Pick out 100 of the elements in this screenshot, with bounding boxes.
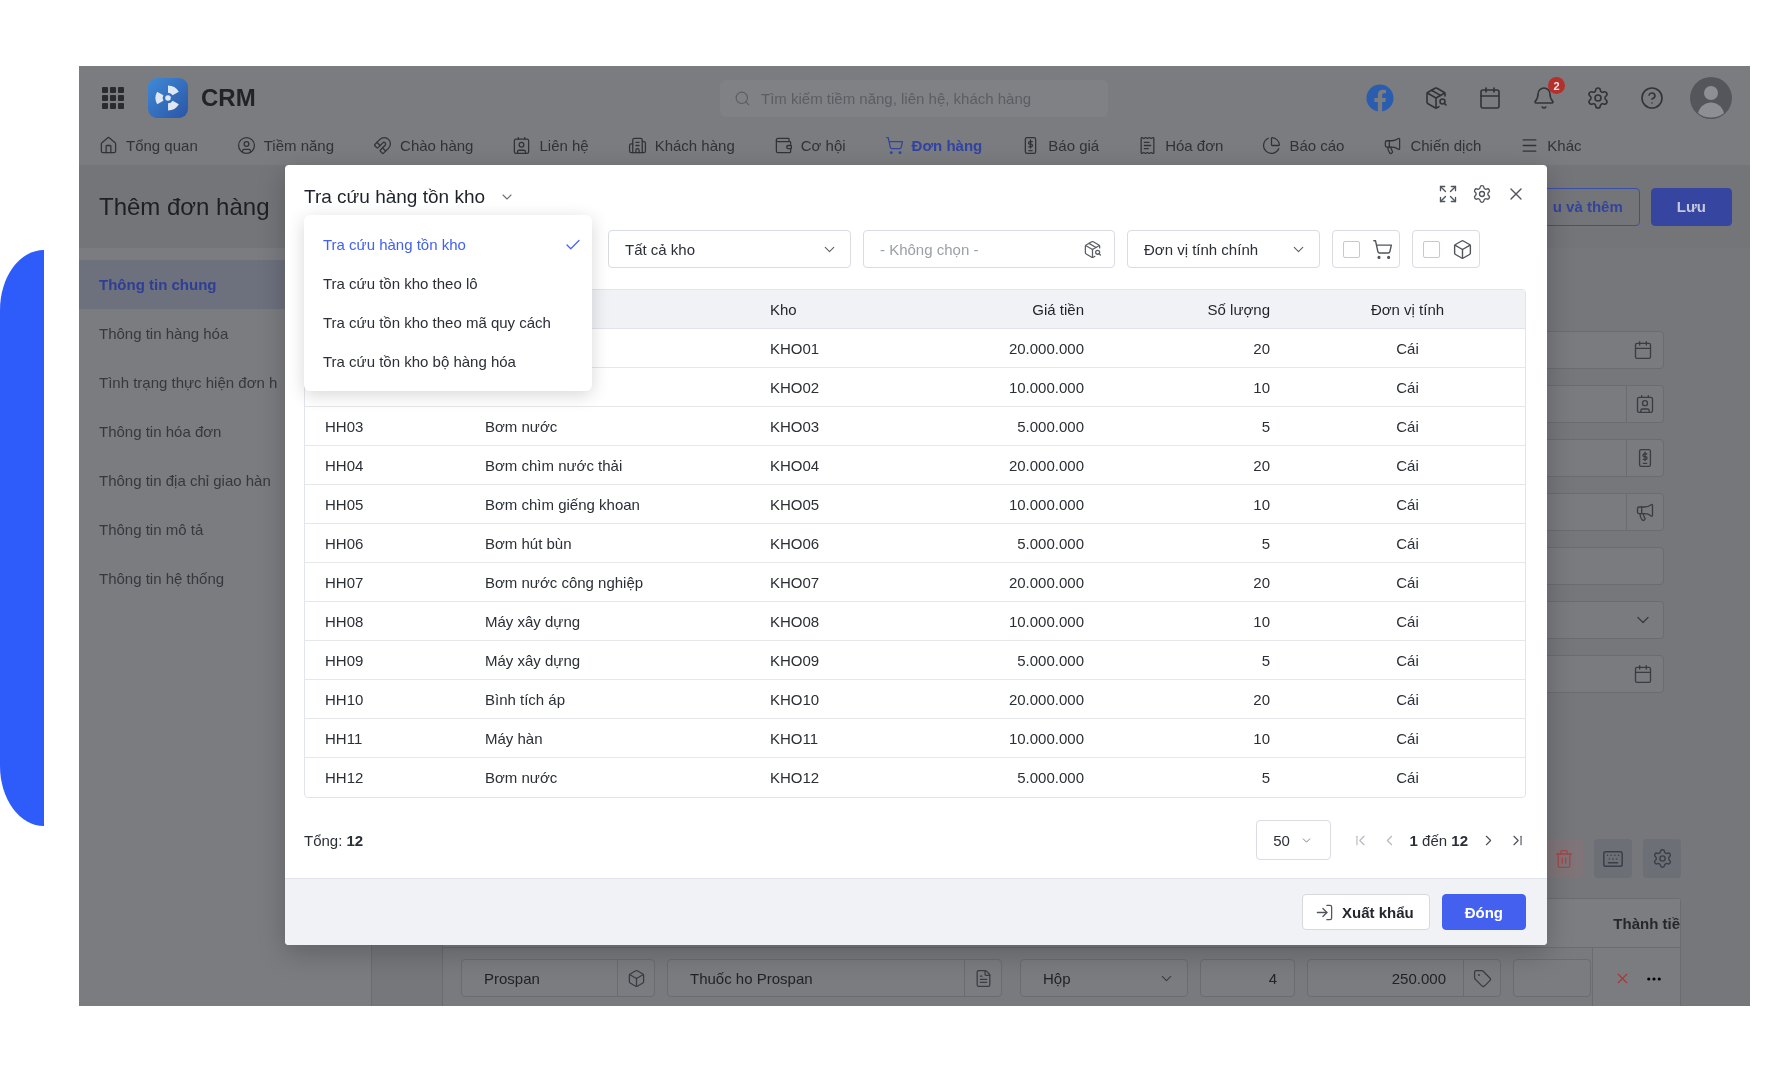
price-field[interactable]: 250.000 — [1307, 959, 1501, 997]
table-cell-text: Bơm chìm giếng khoan — [484, 494, 641, 515]
table-cell-text: HH04 — [324, 455, 365, 476]
page-range-text: 1 đến 12 — [1409, 831, 1468, 849]
text-field[interactable]: Thuốc ho Prospan — [667, 959, 1002, 997]
nav-tab[interactable]: Liên hệ — [512, 136, 589, 155]
table-cell-text: 20 — [1252, 338, 1271, 359]
table-cell-text: 10.000.000 — [1007, 494, 1085, 515]
settings-button[interactable] — [1643, 839, 1681, 878]
megaphone-icon — [1383, 136, 1403, 155]
select-field[interactable]: Hộp — [1020, 959, 1188, 997]
settings-icon — [1651, 848, 1673, 869]
nav-tab[interactable]: Hóa đơn — [1138, 136, 1224, 155]
table-cell-text: Cái — [1395, 611, 1420, 632]
notification-badge: 2 — [1548, 77, 1565, 94]
package-search-icon — [1083, 239, 1102, 259]
nav-tab[interactable]: Chào hàng — [373, 136, 474, 155]
calendar-icon[interactable] — [1478, 86, 1502, 110]
lookup-field[interactable]: Prospan — [461, 959, 655, 997]
table-cell-text: Cái — [1395, 377, 1420, 398]
table-cell-text: Bơm nước — [484, 416, 559, 437]
trash-icon — [1554, 848, 1574, 869]
table-cell-text: HH10 — [324, 689, 365, 710]
close-button[interactable]: Đóng — [1441, 894, 1526, 930]
nav-tab[interactable]: Báo giá — [1021, 136, 1100, 155]
nav-tab[interactable]: Khách hàng — [627, 136, 735, 155]
table-cell-text: Cái — [1395, 455, 1420, 476]
number-field[interactable]: 4 — [1200, 959, 1295, 997]
text-field[interactable] — [1513, 959, 1591, 997]
table-cell-text: Cái — [1395, 494, 1420, 515]
table-cell-text: Cái — [1395, 689, 1420, 710]
table-cell-text: 10 — [1252, 728, 1271, 749]
column-header: Số lượng — [1206, 299, 1271, 320]
expand-icon[interactable] — [1438, 184, 1458, 204]
cube-icon — [1452, 238, 1473, 260]
filter-toggle[interactable] — [1332, 230, 1400, 268]
package-search-icon[interactable] — [1424, 86, 1448, 110]
wallet-icon — [773, 136, 793, 155]
table-cell-text: Cái — [1395, 768, 1420, 788]
help-icon[interactable] — [1640, 86, 1664, 110]
table-cell-text: 10.000.000 — [1007, 611, 1085, 632]
contact-card-icon — [1635, 394, 1655, 414]
table-cell-text: Máy xây dựng — [484, 611, 582, 632]
table-cell-text: HH12 — [324, 768, 365, 788]
keyboard-button[interactable] — [1594, 839, 1632, 878]
delete-button[interactable] — [1545, 839, 1583, 878]
table-cell-text: 5.000.000 — [1016, 650, 1085, 671]
search-icon — [734, 89, 751, 107]
table-cell-text: Máy hàn — [484, 728, 544, 749]
filter-toggle[interactable] — [1412, 230, 1480, 268]
nav-tab[interactable]: Báo cáo — [1262, 136, 1345, 155]
nav-tab[interactable]: Cơ hội — [773, 136, 846, 155]
table-cell-text: KHO02 — [769, 377, 821, 398]
magnet-icon — [373, 136, 393, 155]
column-header: Thành tiề — [1613, 914, 1680, 932]
app-grid-icon[interactable] — [102, 87, 124, 109]
table-cell-text: KHO08 — [769, 611, 821, 632]
table-cell-text: Bơm chìm nước thải — [484, 455, 624, 476]
megaphone-icon — [1635, 502, 1655, 522]
table-cell-text: 20.000.000 — [1007, 572, 1085, 593]
table-cell-text: Máy xây dựng — [484, 650, 582, 671]
title-dropdown[interactable]: Tra cứu hàng tồn kho — [304, 185, 515, 209]
avatar-icon[interactable] — [1690, 77, 1732, 119]
table-cell-text: KHO11 — [769, 728, 820, 749]
logo-icon — [148, 78, 188, 118]
bell-icon[interactable] — [1532, 86, 1556, 110]
table-cell-text: KHO04 — [769, 455, 821, 476]
house-icon — [99, 136, 118, 155]
checkbox[interactable] — [1343, 240, 1360, 258]
lookup-field[interactable]: - Không chọn - — [863, 230, 1115, 268]
checkbox[interactable] — [1423, 240, 1440, 258]
table-cell-text: Cái — [1395, 728, 1420, 749]
dropdown-select[interactable]: Tất cả kho — [608, 230, 851, 268]
table-cell-text: Cái — [1395, 416, 1420, 437]
nav-tab[interactable]: Đơn hàng — [884, 136, 983, 155]
nav-tab[interactable]: Tiềm năng — [236, 136, 335, 155]
page-size-select[interactable]: 50 — [1255, 820, 1331, 860]
column-header: Đơn vị tính — [1369, 299, 1446, 320]
menu-item[interactable]: Tra cứu tồn kho bộ hàng hóa — [304, 342, 592, 381]
cart-icon — [1372, 238, 1393, 260]
settings-icon[interactable] — [1472, 184, 1492, 204]
export-button[interactable]: Xuất khẩu — [1302, 894, 1430, 930]
column-header: Kho — [769, 299, 798, 320]
table-cell-text: 20 — [1252, 689, 1271, 710]
settings-icon[interactable] — [1586, 86, 1610, 110]
table-cell-text: Bơm hút bùn — [484, 533, 573, 554]
save-button[interactable]: Lưu — [1650, 187, 1732, 226]
nav-tab[interactable]: Tổng quan — [99, 136, 198, 155]
table-cell-text: 10 — [1252, 611, 1271, 632]
table-cell-text: 5 — [1260, 768, 1271, 788]
table-cell-text: HH05 — [324, 494, 365, 515]
table-cell-text: Cái — [1395, 338, 1420, 359]
dropdown-select[interactable]: Đơn vị tính chính — [1127, 230, 1320, 268]
contact-card-icon — [512, 136, 532, 155]
nav-tab[interactable]: Chiến dịch — [1383, 136, 1482, 155]
total-count-text: Tổng: 12 — [304, 831, 364, 849]
table-cell-text: 10 — [1252, 377, 1271, 398]
table-cell-text: HH03 — [324, 416, 365, 437]
table-cell-text: Cái — [1395, 572, 1420, 593]
nav-tab[interactable]: Khác — [1520, 136, 1582, 155]
